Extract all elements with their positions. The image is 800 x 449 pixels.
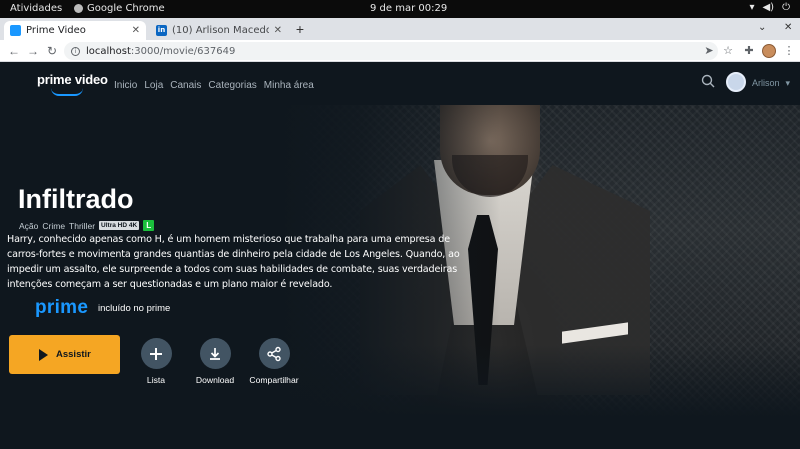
- plus-icon: [140, 338, 172, 369]
- url-host: localhost: [86, 45, 131, 57]
- genre-tag[interactable]: Crime: [42, 221, 65, 231]
- linkedin-favicon-icon: in: [156, 25, 167, 36]
- bookmark-star-icon[interactable]: ☆: [721, 44, 735, 58]
- url-path: :3000/movie/637649: [130, 45, 236, 57]
- download-icon: [199, 338, 231, 369]
- share-icon: [258, 338, 290, 369]
- add-to-list-button[interactable]: Lista: [126, 338, 186, 385]
- movie-title: Infiltrado: [18, 184, 134, 214]
- tab-title: Prime Video: [26, 25, 86, 36]
- system-tray[interactable]: ▾ ◀) ⏻: [749, 2, 790, 13]
- download-button[interactable]: Download: [185, 338, 245, 385]
- tab-prime-video[interactable]: Prime Video ✕: [4, 21, 146, 40]
- activities-button[interactable]: Atividades: [10, 3, 62, 14]
- play-label: Assistir: [56, 349, 91, 360]
- share-label: Compartilhar: [249, 375, 299, 385]
- main-nav: Inicio Loja Canais Categorias Minha área: [114, 80, 314, 91]
- system-top-bar: Atividades Google Chrome 9 de mar 00:29 …: [0, 0, 800, 18]
- reload-icon[interactable]: ↻: [44, 43, 60, 59]
- network-icon: ▾: [749, 2, 755, 13]
- app-name: Google Chrome: [87, 3, 165, 14]
- prime-included-note: incluído no prime: [98, 303, 171, 314]
- browser-toolbar: ← → ↻ i localhost:3000/movie/637649 ➤ ☆ …: [0, 40, 800, 62]
- nav-inicio[interactable]: Inicio: [114, 80, 137, 91]
- tab-linkedin[interactable]: in (10) Arlison Macedo | Link ✕: [150, 21, 288, 40]
- genre-tag[interactable]: Ação: [19, 221, 38, 231]
- caret-down-icon: ▾: [785, 78, 791, 88]
- site-header: prime video Inicio Loja Canais Categoria…: [0, 63, 800, 105]
- volume-icon: ◀): [762, 2, 775, 13]
- nav-loja[interactable]: Loja: [144, 80, 163, 91]
- movie-tags: Ação Crime Thriller Ultra HD 4K L: [19, 220, 155, 231]
- nav-canais[interactable]: Canais: [170, 80, 201, 91]
- address-bar[interactable]: i localhost:3000/movie/637649: [64, 42, 718, 60]
- movie-synopsis: Harry, conhecido apenas como H, é um hom…: [7, 234, 460, 290]
- clock[interactable]: 9 de mar 00:29: [370, 3, 447, 14]
- tab-title: (10) Arlison Macedo | Link: [172, 25, 269, 36]
- movie-hero: Infiltrado Ação Crime Thriller Ultra HD …: [0, 105, 800, 449]
- play-button[interactable]: Assistir: [9, 335, 120, 374]
- logo-text: prime video: [37, 72, 108, 87]
- close-window-icon[interactable]: ✕: [784, 22, 792, 33]
- profile-avatar[interactable]: [762, 44, 776, 58]
- app-menu[interactable]: Google Chrome: [74, 3, 165, 14]
- share-button[interactable]: Compartilhar: [244, 338, 304, 385]
- chrome-icon: [74, 4, 83, 13]
- power-icon: ⏻: [782, 2, 790, 13]
- age-rating-badge: L: [143, 220, 155, 231]
- prime-badge: prime: [35, 297, 89, 318]
- download-label: Download: [195, 375, 235, 385]
- new-tab-button[interactable]: +: [292, 21, 308, 37]
- quality-badge: Ultra HD 4K: [99, 221, 140, 230]
- user-avatar[interactable]: [726, 72, 746, 92]
- kebab-menu-icon[interactable]: ⋮: [782, 44, 796, 58]
- nav-categorias[interactable]: Categorias: [208, 80, 256, 91]
- search-icon[interactable]: [701, 74, 715, 88]
- prime-video-logo[interactable]: prime video: [37, 72, 108, 96]
- genre-tag[interactable]: Thriller: [69, 221, 95, 231]
- tab-strip: Prime Video ✕ in (10) Arlison Macedo | L…: [0, 18, 800, 40]
- user-menu[interactable]: Arlison ▾: [752, 78, 790, 89]
- forward-icon[interactable]: →: [25, 43, 41, 59]
- hero-fade: [280, 345, 800, 417]
- back-icon[interactable]: ←: [6, 43, 22, 59]
- site-info-icon[interactable]: i: [71, 46, 80, 56]
- play-icon: [39, 348, 48, 361]
- send-icon[interactable]: ➤: [702, 44, 716, 58]
- logo-smile-icon: [51, 88, 83, 96]
- extensions-icon[interactable]: ✚: [742, 44, 756, 58]
- close-tab-icon[interactable]: ✕: [132, 25, 140, 36]
- list-label: Lista: [146, 375, 166, 385]
- chevron-down-icon[interactable]: ⌄: [758, 22, 766, 33]
- nav-minha-area[interactable]: Minha área: [264, 80, 314, 91]
- prime-video-favicon-icon: [10, 25, 21, 36]
- user-name: Arlison: [752, 78, 780, 88]
- close-tab-icon[interactable]: ✕: [274, 25, 282, 36]
